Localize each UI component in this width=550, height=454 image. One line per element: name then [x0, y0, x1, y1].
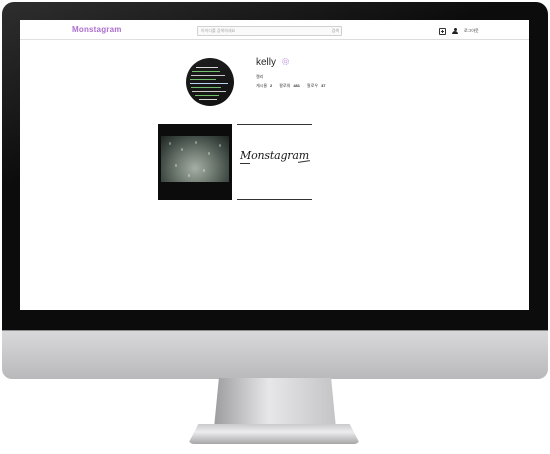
avatar-code-line: [190, 79, 216, 80]
raindrop: [181, 148, 183, 151]
avatar-code-line: [195, 95, 219, 96]
stat-following-count: 37: [321, 83, 326, 88]
app-logo[interactable]: Monstagram: [72, 25, 122, 34]
monitor-chin: [2, 330, 548, 379]
raindrop: [188, 174, 190, 177]
post-thumbnail-photo[interactable]: [158, 124, 232, 200]
avatar-code-line: [191, 75, 225, 76]
profile-stats: 게시물 2 팔로워 481 팔로우 37: [256, 83, 329, 89]
nav-actions: 로그아웃: [439, 27, 479, 35]
avatar-code-line: [192, 91, 226, 92]
logout-link[interactable]: 로그아웃: [464, 28, 479, 34]
rainy-window-photo: [161, 136, 229, 182]
search-button[interactable]: 검색: [332, 27, 339, 35]
stat-following[interactable]: 팔로우 37: [307, 83, 329, 89]
profile-icon[interactable]: [452, 28, 458, 34]
raindrop: [175, 164, 177, 167]
avatar[interactable]: [186, 58, 234, 106]
gear-icon[interactable]: [281, 57, 290, 66]
avatar-code-line: [196, 67, 218, 68]
top-navigation-bar: Monstagram 아이디를 검색하세요 검색 로그아웃: [20, 20, 529, 40]
flourish-left: [240, 163, 250, 164]
raindrop: [169, 142, 171, 145]
monitor-stand-neck: [214, 378, 336, 428]
add-post-icon[interactable]: [439, 27, 446, 35]
raindrop: [219, 144, 221, 147]
raindrop: [195, 141, 197, 144]
monitor-stand-base: [188, 424, 360, 444]
stat-posts: 게시물 2: [256, 83, 275, 89]
stat-posts-label: 게시물: [256, 83, 268, 88]
avatar-code-line: [190, 83, 228, 84]
avatar-code-line: [199, 99, 217, 100]
profile-icon-body: [452, 31, 458, 34]
profile-display-name: 켈리: [256, 74, 264, 79]
monitor-mockup: Monstagram 아이디를 검색하세요 검색 로그아웃 kelly 켈리 게…: [0, 0, 550, 454]
browser-screen: Monstagram 아이디를 검색하세요 검색 로그아웃 kelly 켈리 게…: [20, 20, 529, 310]
raindrop: [208, 152, 210, 155]
search-input[interactable]: 아이디를 검색하세요 검색: [197, 26, 342, 36]
search-placeholder: 아이디를 검색하세요: [201, 28, 236, 33]
post-logo-text: Monstagram: [240, 149, 309, 162]
avatar-code-line: [191, 87, 221, 88]
stat-followers[interactable]: 팔로워 481: [279, 83, 303, 89]
avatar-code-line: [192, 71, 220, 72]
post-thumbnail-logo[interactable]: Monstagram: [237, 124, 312, 200]
stat-followers-count: 481: [293, 83, 301, 88]
stat-following-label: 팔로우: [307, 83, 319, 88]
profile-username: kelly: [256, 57, 277, 68]
raindrop: [203, 169, 205, 172]
stat-posts-count: 2: [270, 83, 273, 88]
stat-followers-label: 팔로워: [279, 83, 291, 88]
